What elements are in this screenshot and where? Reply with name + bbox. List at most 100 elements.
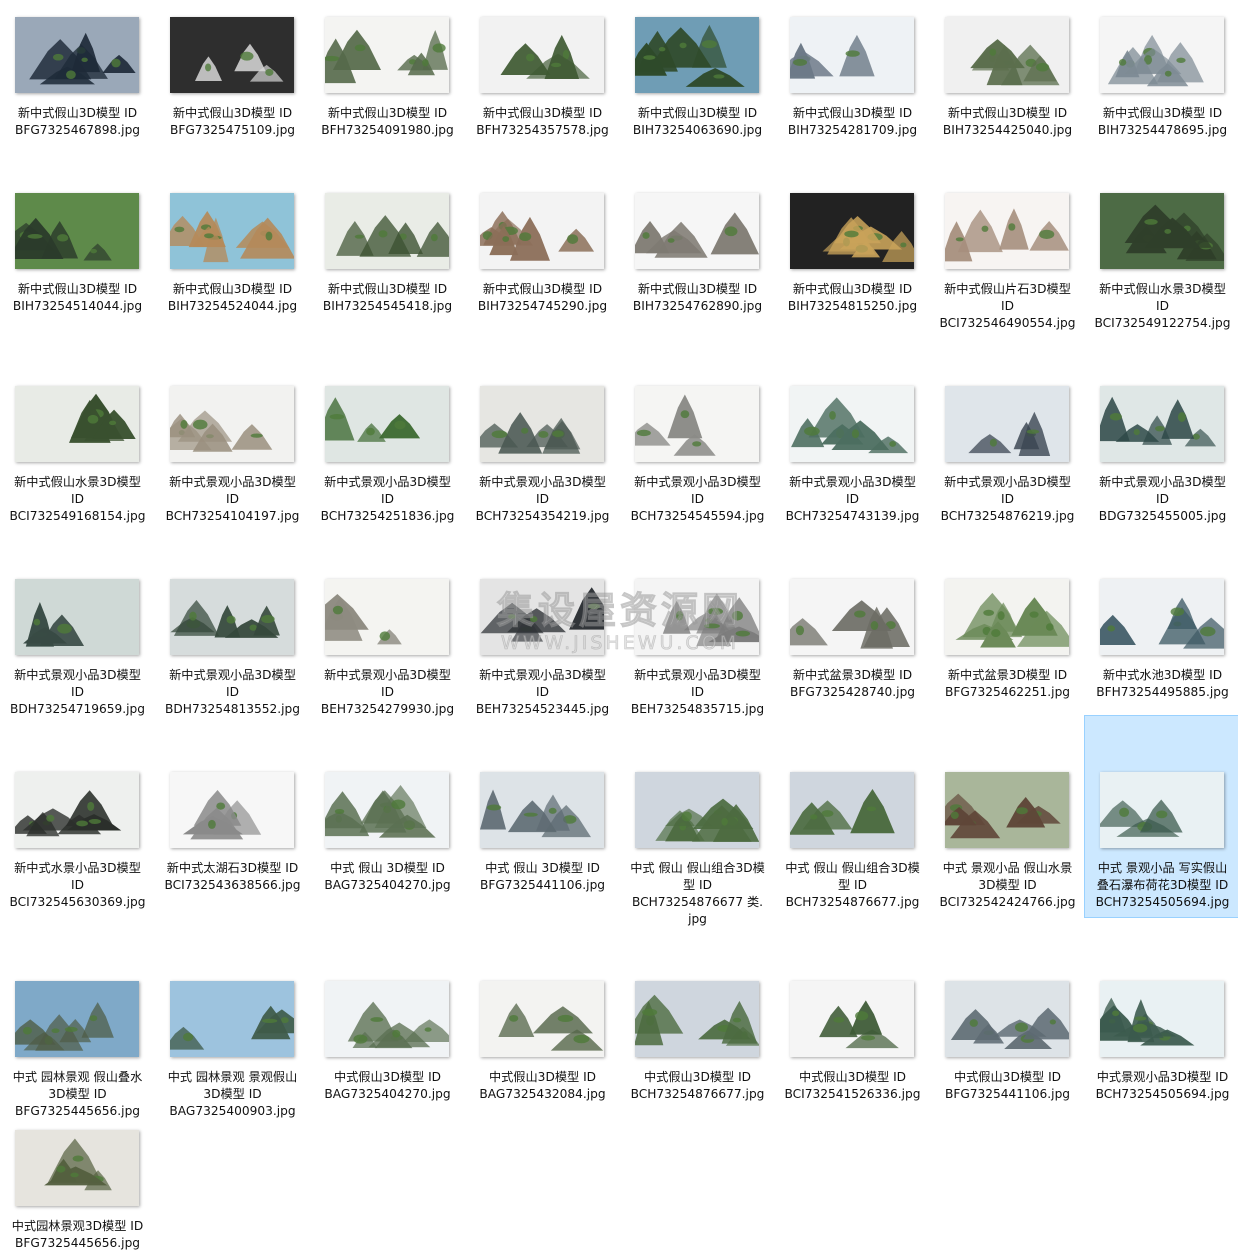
file-thumbnail[interactable] [170,386,294,462]
file-item[interactable]: 新中式假山3D模型 ID BFH73254357578.jpg [465,17,620,145]
file-item[interactable]: 新中式水池3D模型 ID BFH73254495885.jpg [1085,579,1238,707]
file-item[interactable]: 新中式景观小品3D模型 ID BEH73254523445.jpg [465,579,620,724]
file-item[interactable]: 新中式盆景3D模型 ID BFG7325462251.jpg [930,579,1085,707]
file-item[interactable]: 中式园林景观3D模型 ID BFG7325445656.jpg [0,1130,155,1258]
file-thumbnail[interactable] [790,772,914,848]
file-item[interactable]: 新中式景观小品3D模型 ID BCH73254876219.jpg [930,386,1085,531]
file-item[interactable]: 中式 假山 3D模型 ID BFG7325441106.jpg [465,772,620,900]
file-thumbnail[interactable] [15,772,139,848]
file-item[interactable]: 新中式假山3D模型 ID BFG7325475109.jpg [155,17,310,145]
file-item[interactable]: 新中式假山3D模型 ID BFG7325467898.jpg [0,17,155,145]
file-thumbnail[interactable] [15,1130,139,1206]
file-item[interactable]: 新中式景观小品3D模型 ID BCH73254545594.jpg [620,386,775,531]
file-thumbnail[interactable] [1100,981,1224,1057]
file-thumbnail[interactable] [945,17,1069,93]
file-thumbnail[interactable] [635,981,759,1057]
file-thumbnail[interactable] [15,386,139,462]
file-thumbnail[interactable] [790,981,914,1057]
file-item[interactable]: 新中式景观小品3D模型 ID BCH73254251836.jpg [310,386,465,531]
file-item[interactable]: 新中式盆景3D模型 ID BFG7325428740.jpg [775,579,930,707]
file-thumbnail[interactable] [170,579,294,655]
file-thumbnail[interactable] [15,193,139,269]
file-item[interactable]: 中式假山3D模型 ID BAG7325404270.jpg [310,981,465,1109]
file-item[interactable]: 中式景观小品3D模型 ID BCH73254505694.jpg [1085,981,1238,1109]
file-item[interactable]: 新中式景观小品3D模型 ID BDH73254719659.jpg [0,579,155,724]
file-thumbnail[interactable] [1100,17,1224,93]
file-thumbnail[interactable] [325,193,449,269]
file-item[interactable]: 中式假山3D模型 ID BCI732541526336.jpg [775,981,930,1109]
file-thumbnail[interactable] [790,17,914,93]
file-thumbnail[interactable] [945,579,1069,655]
file-item[interactable]: 新中式假山3D模型 ID BIH73254524044.jpg [155,193,310,321]
file-thumbnail[interactable] [170,981,294,1057]
file-thumbnail[interactable] [170,772,294,848]
file-item[interactable]: 新中式假山3D模型 ID BIH73254745290.jpg [465,193,620,321]
file-item[interactable]: 中式 假山 3D模型 ID BAG7325404270.jpg [310,772,465,900]
file-thumbnail[interactable] [635,193,759,269]
file-item[interactable]: 新中式假山3D模型 ID BIH73254815250.jpg [775,193,930,321]
file-item[interactable]: 新中式水景小品3D模型 ID BCI732545630369.jpg [0,772,155,917]
file-name-line: 3D模型 ID [978,878,1037,892]
file-thumbnail[interactable] [15,579,139,655]
file-item[interactable]: 新中式假山3D模型 ID BIH73254478695.jpg [1085,17,1238,145]
file-thumbnail[interactable] [1100,579,1224,655]
file-thumbnail[interactable] [170,17,294,93]
file-item[interactable]: 新中式景观小品3D模型 ID BCH73254743139.jpg [775,386,930,531]
file-item[interactable]: 新中式景观小品3D模型 ID BDG7325455005.jpg [1085,386,1238,531]
file-thumbnail[interactable] [945,193,1069,269]
file-thumbnail[interactable] [945,772,1069,848]
file-item[interactable]: 中式假山3D模型 ID BCH73254876677.jpg [620,981,775,1109]
file-thumbnail[interactable] [1100,193,1224,269]
file-item[interactable]: 新中式景观小品3D模型 ID BEH73254835715.jpg [620,579,775,724]
file-thumbnail[interactable] [790,579,914,655]
file-thumbnail[interactable] [1100,772,1224,848]
file-item[interactable]: 中式 景观小品 假山水景 3D模型 ID BCI732542424766.jpg [930,772,1085,917]
file-item[interactable]: 中式 园林景观 景观假山 3D模型 ID BAG7325400903.jpg [155,981,310,1126]
file-thumbnail[interactable] [480,193,604,269]
file-name-line: BFG7325445656.jpg [14,1104,141,1118]
file-thumbnail[interactable] [1100,386,1224,462]
file-item[interactable]: 新中式太湖石3D模型 ID BCI732543638566.jpg [155,772,310,900]
file-thumbnail[interactable] [635,17,759,93]
file-item[interactable]: 新中式假山3D模型 ID BIH73254425040.jpg [930,17,1085,145]
file-item[interactable]: 新中式假山3D模型 ID BIH73254762890.jpg [620,193,775,321]
file-thumbnail[interactable] [480,981,604,1057]
file-item[interactable]: 新中式假山水景3D模型 ID BCI732549122754.jpg [1085,193,1238,338]
file-item[interactable]: 新中式假山水景3D模型 ID BCI732549168154.jpg [0,386,155,531]
file-item[interactable]: 新中式假山3D模型 ID BIH73254545418.jpg [310,193,465,321]
file-item[interactable]: 中式 假山 假山组合3D模型 ID BCH73254876677.jpg [775,772,930,917]
file-thumbnail[interactable] [945,386,1069,462]
file-thumbnail[interactable] [325,579,449,655]
file-thumbnail[interactable] [15,981,139,1057]
file-thumbnail[interactable] [945,981,1069,1057]
file-thumbnail[interactable] [635,579,759,655]
file-item[interactable]: 新中式景观小品3D模型 ID BCH73254104197.jpg [155,386,310,531]
file-thumbnail[interactable] [480,579,604,655]
file-item[interactable]: 中式假山3D模型 ID BAG7325432084.jpg [465,981,620,1109]
file-thumbnail[interactable] [170,193,294,269]
file-thumbnail[interactable] [635,386,759,462]
file-thumbnail[interactable] [480,17,604,93]
file-thumbnail[interactable] [325,386,449,462]
file-item[interactable]: 中式 园林景观 假山叠水 3D模型 ID BFG7325445656.jpg [0,981,155,1126]
file-thumbnail[interactable] [480,386,604,462]
file-thumbnail[interactable] [325,772,449,848]
file-thumbnail[interactable] [325,981,449,1057]
file-item[interactable]: 新中式假山片石3D模型 ID BCI732546490554.jpg [930,193,1085,338]
file-item[interactable]: 新中式假山3D模型 ID BFH73254091980.jpg [310,17,465,145]
file-item[interactable]: 新中式景观小品3D模型 ID BEH73254279930.jpg [310,579,465,724]
file-item[interactable]: 新中式景观小品3D模型 ID BDH73254813552.jpg [155,579,310,724]
file-item[interactable]: 新中式假山3D模型 ID BIH73254514044.jpg [0,193,155,321]
file-thumbnail[interactable] [15,17,139,93]
file-thumbnail[interactable] [790,193,914,269]
file-item[interactable]: 中式 假山 假山组合3D模型 ID BCH73254876677 类. jpg [620,772,775,934]
file-item[interactable]: 中式假山3D模型 ID BFG7325441106.jpg [930,981,1085,1109]
file-item[interactable]: 新中式假山3D模型 ID BIH73254063690.jpg [620,17,775,145]
file-item[interactable]: 中式 景观小品 写实假山 叠石瀑布荷花3D模型 ID BCH73254505694.… [1084,715,1238,918]
file-item[interactable]: 新中式景观小品3D模型 ID BCH73254354219.jpg [465,386,620,531]
file-item[interactable]: 新中式假山3D模型 ID BIH73254281709.jpg [775,17,930,145]
file-thumbnail[interactable] [480,772,604,848]
file-thumbnail[interactable] [325,17,449,93]
file-thumbnail[interactable] [790,386,914,462]
file-thumbnail[interactable] [635,772,759,848]
